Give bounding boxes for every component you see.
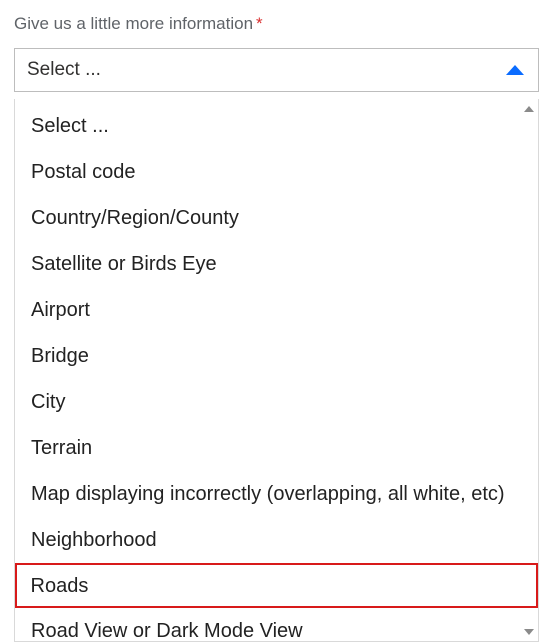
dropdown-option[interactable]: City bbox=[15, 379, 538, 425]
dropdown-option[interactable]: Select ... bbox=[15, 103, 538, 149]
field-label: Give us a little more information * bbox=[14, 14, 539, 34]
dropdown-option[interactable]: Country/Region/County bbox=[15, 195, 538, 241]
dropdown-option[interactable]: Bridge bbox=[15, 333, 538, 379]
dropdown-option[interactable]: Roads bbox=[15, 563, 538, 608]
options-list[interactable]: Select ...Postal codeCountry/Region/Coun… bbox=[15, 103, 538, 641]
dropdown-option[interactable]: Airport bbox=[15, 287, 538, 333]
scroll-down-icon[interactable] bbox=[524, 629, 534, 635]
dropdown-option[interactable]: Neighborhood bbox=[15, 517, 538, 563]
dropdown-option[interactable]: Satellite or Birds Eye bbox=[15, 241, 538, 287]
dropdown-option[interactable]: Postal code bbox=[15, 149, 538, 195]
dropdown-option[interactable]: Road View or Dark Mode View bbox=[15, 608, 538, 641]
select-dropdown[interactable]: Select ... bbox=[14, 48, 539, 92]
dropdown-option[interactable]: Map displaying incorrectly (overlapping,… bbox=[15, 471, 538, 517]
dropdown-panel: Select ...Postal codeCountry/Region/Coun… bbox=[14, 99, 539, 642]
select-placeholder: Select ... bbox=[27, 59, 101, 81]
field-label-text: Give us a little more information bbox=[14, 14, 253, 34]
chevron-up-icon bbox=[506, 65, 524, 75]
dropdown-option[interactable]: Terrain bbox=[15, 425, 538, 471]
required-asterisk: * bbox=[256, 14, 263, 34]
scroll-up-icon[interactable] bbox=[524, 106, 534, 112]
